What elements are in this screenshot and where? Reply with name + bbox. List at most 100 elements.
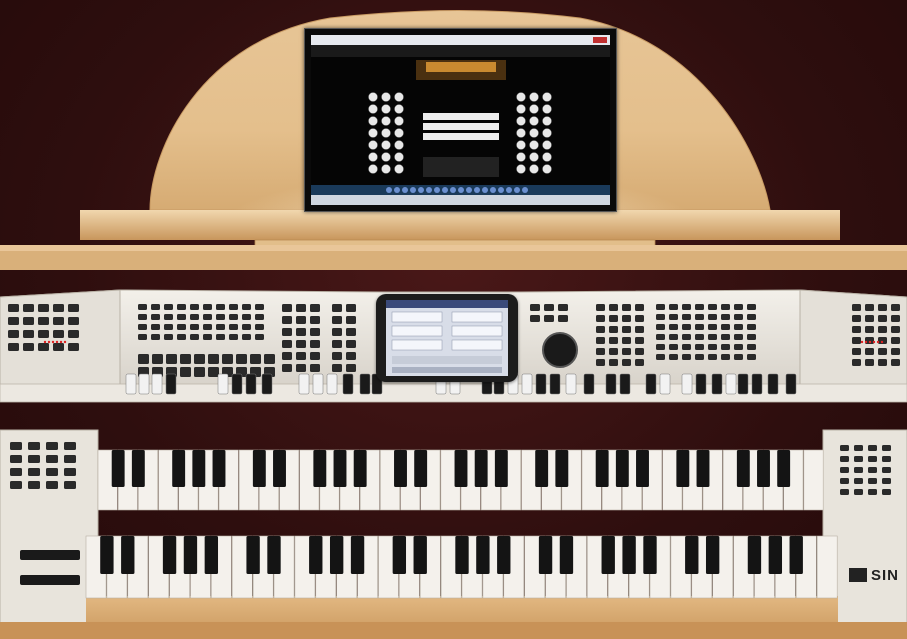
- drawbar-tab[interactable]: [583, 373, 595, 395]
- voice-button[interactable]: [622, 359, 631, 366]
- drawbar-tab[interactable]: [549, 373, 561, 395]
- style-button[interactable]: [695, 344, 704, 350]
- drawbar-tab[interactable]: [737, 373, 749, 395]
- virtual-stop-knob[interactable]: [542, 164, 552, 174]
- style-button[interactable]: [721, 324, 730, 330]
- drawbar-tab[interactable]: [785, 373, 797, 395]
- toolbar-orb-button[interactable]: [522, 187, 528, 193]
- right-wing-button[interactable]: [852, 348, 861, 355]
- cheek-button[interactable]: [840, 456, 849, 462]
- upper-manual-black-key[interactable]: [172, 450, 186, 487]
- right-wing-button[interactable]: [865, 348, 874, 355]
- lower-manual-black-key[interactable]: [413, 536, 427, 574]
- voice-button[interactable]: [596, 359, 605, 366]
- virtual-stop-knob[interactable]: [368, 104, 378, 114]
- voice-button[interactable]: [609, 359, 618, 366]
- style-button[interactable]: [734, 314, 743, 320]
- voice-button[interactable]: [622, 337, 631, 344]
- drawbar-tab[interactable]: [138, 373, 150, 395]
- registration-button[interactable]: [242, 314, 251, 320]
- toolbar-orb-button[interactable]: [426, 187, 432, 193]
- style-button[interactable]: [656, 354, 665, 360]
- upper-manual-black-key[interactable]: [757, 450, 770, 487]
- voice-button[interactable]: [596, 315, 605, 322]
- nav-button[interactable]: [530, 315, 540, 322]
- cheek-button[interactable]: [28, 481, 40, 489]
- drawbar-tab[interactable]: [125, 373, 137, 395]
- cheek-button[interactable]: [46, 442, 58, 450]
- cheek-button[interactable]: [64, 481, 76, 489]
- voice-button[interactable]: [635, 315, 644, 322]
- virtual-stop-knob[interactable]: [529, 152, 539, 162]
- right-wing-button[interactable]: [878, 315, 887, 322]
- upper-manual-black-key[interactable]: [615, 450, 629, 487]
- virtual-stop-knob[interactable]: [529, 104, 539, 114]
- style-button[interactable]: [721, 344, 730, 350]
- style-button[interactable]: [669, 304, 678, 310]
- registration-button[interactable]: [203, 334, 212, 340]
- virtual-stop-knob[interactable]: [516, 140, 526, 150]
- section-button[interactable]: [296, 340, 306, 348]
- style-button[interactable]: [734, 334, 743, 340]
- style-button[interactable]: [682, 344, 691, 350]
- drawbar-tab[interactable]: [535, 373, 547, 395]
- style-button[interactable]: [734, 354, 743, 360]
- toolbar-orb-button[interactable]: [442, 187, 448, 193]
- touch-screen[interactable]: [376, 294, 518, 382]
- voice-button[interactable]: [596, 326, 605, 333]
- style-button[interactable]: [656, 314, 665, 320]
- section-button[interactable]: [282, 328, 292, 336]
- style-button[interactable]: [656, 324, 665, 330]
- right-wing-button[interactable]: [878, 304, 887, 311]
- cheek-button[interactable]: [882, 467, 891, 473]
- lower-manual-black-key[interactable]: [329, 536, 344, 574]
- left-wing-button[interactable]: [8, 304, 19, 312]
- virtual-stop-knob[interactable]: [516, 128, 526, 138]
- style-button[interactable]: [708, 334, 717, 340]
- lower-manual-black-key[interactable]: [789, 536, 803, 574]
- right-wing-button[interactable]: [878, 326, 887, 333]
- toolbar-orb-button[interactable]: [402, 187, 408, 193]
- virtual-stop-knob[interactable]: [394, 164, 404, 174]
- cheek-button[interactable]: [840, 489, 849, 495]
- style-button[interactable]: [747, 324, 756, 330]
- style-button[interactable]: [721, 304, 730, 310]
- left-wing-button[interactable]: [53, 317, 64, 325]
- style-button[interactable]: [721, 314, 730, 320]
- toolbar-orb-button[interactable]: [434, 187, 440, 193]
- style-button[interactable]: [695, 354, 704, 360]
- virtual-stop-knob[interactable]: [381, 164, 391, 174]
- style-button[interactable]: [669, 324, 678, 330]
- voice-button[interactable]: [609, 304, 618, 311]
- registration-button[interactable]: [177, 314, 186, 320]
- upper-manual-black-key[interactable]: [696, 450, 710, 487]
- section-button[interactable]: [282, 340, 292, 348]
- virtual-stop-knob[interactable]: [542, 92, 552, 102]
- section-button[interactable]: [346, 352, 356, 360]
- section-button[interactable]: [332, 340, 342, 348]
- nav-button[interactable]: [544, 304, 554, 311]
- upper-manual-black-key[interactable]: [474, 450, 488, 487]
- nav-button[interactable]: [530, 304, 540, 311]
- drawbar-tab[interactable]: [326, 373, 338, 395]
- style-button[interactable]: [708, 304, 717, 310]
- registration-button[interactable]: [151, 304, 160, 310]
- style-button[interactable]: [747, 314, 756, 320]
- virtual-stop-knob[interactable]: [542, 152, 552, 162]
- virtual-stop-knob[interactable]: [529, 140, 539, 150]
- lower-manual-black-key[interactable]: [204, 536, 219, 574]
- lower-manual-black-key[interactable]: [183, 536, 198, 574]
- drawbar-tab[interactable]: [565, 373, 577, 395]
- cheek-button[interactable]: [854, 478, 863, 484]
- section-button[interactable]: [296, 316, 306, 324]
- upper-manual-black-key[interactable]: [252, 450, 266, 487]
- virtual-stop-knob[interactable]: [394, 128, 404, 138]
- section-button[interactable]: [296, 328, 306, 336]
- lower-manual-black-key[interactable]: [559, 536, 574, 574]
- cheek-button[interactable]: [840, 478, 849, 484]
- virtual-stop-knob[interactable]: [516, 104, 526, 114]
- virtual-stop-knob[interactable]: [516, 152, 526, 162]
- virtual-stop-knob[interactable]: [394, 152, 404, 162]
- lower-manual-black-key[interactable]: [497, 536, 511, 574]
- style-button[interactable]: [734, 304, 743, 310]
